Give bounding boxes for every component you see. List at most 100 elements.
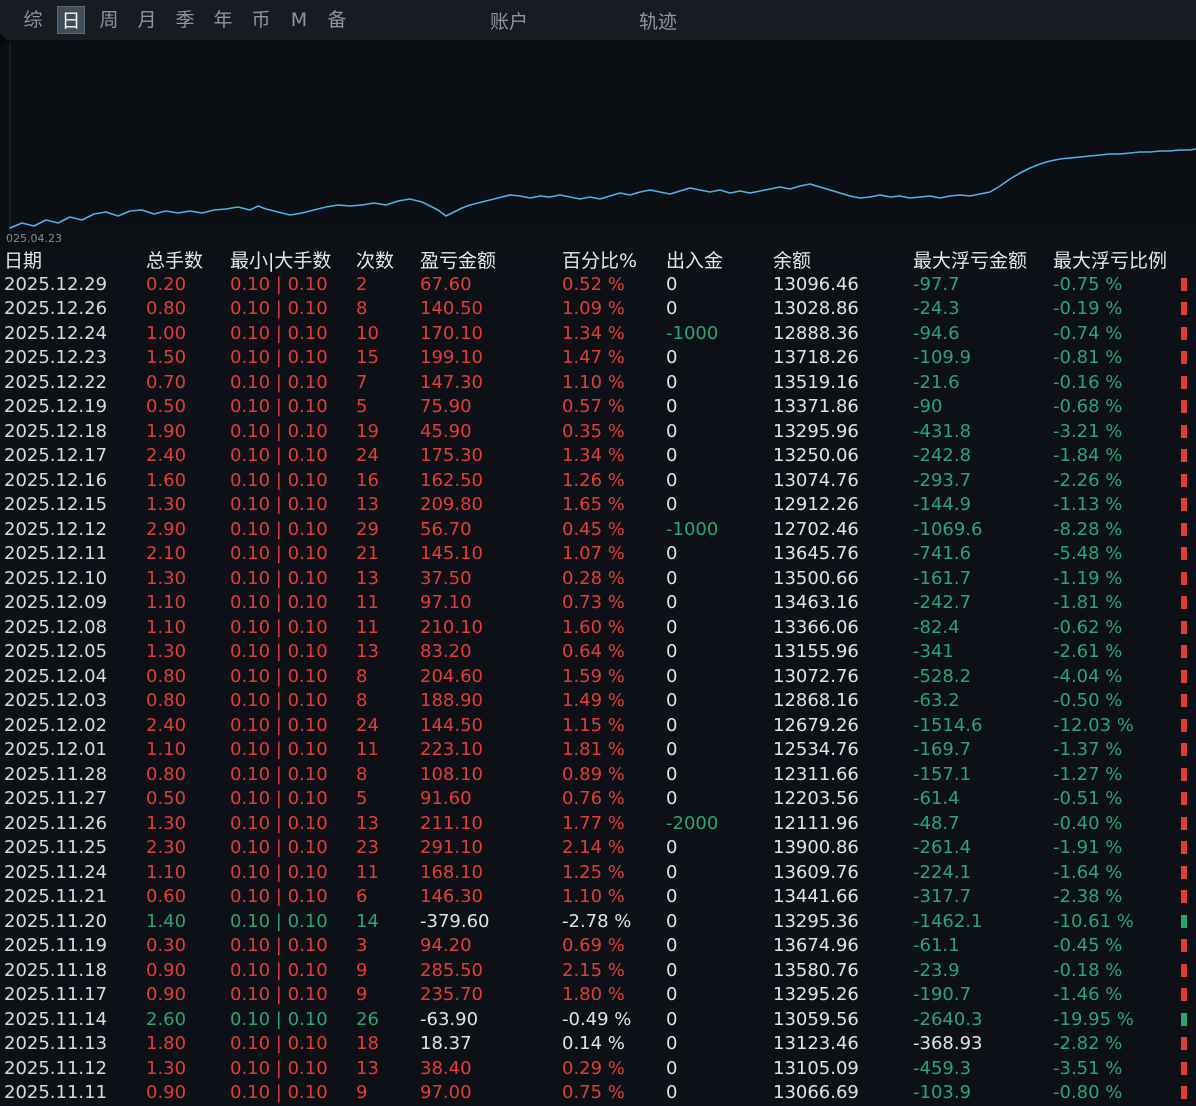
table-row[interactable]: 2025.12.04 0.80 0.10 | 0.10 8 204.60 1.59 % 0 1… — [0, 664, 1196, 689]
cell-date: 2025.11.11 — [4, 1082, 108, 1104]
table-row[interactable]: 2025.11.18 0.90 0.10 | 0.10 9 285.50 2.15 % 0 1… — [0, 958, 1196, 983]
cell-fa: -1514.6 — [913, 714, 983, 736]
table-row[interactable]: 2025.11.28 0.80 0.10 | 0.10 8 108.10 0.89 % 0 1… — [0, 762, 1196, 787]
cell-lots: 0.20 — [146, 273, 187, 295]
cell-mm: 0.10 | 0.10 — [230, 861, 328, 883]
tab-月[interactable]: 月 — [133, 6, 161, 34]
cell-mm: 0.10 | 0.10 — [230, 763, 328, 785]
table-row[interactable]: 2025.11.13 1.80 0.10 | 0.10 18 18.37 0.14 % 0 1… — [0, 1032, 1196, 1057]
table-row[interactable]: 2025.11.14 2.60 0.10 | 0.10 26 -63.90 -0.49 %… — [0, 1007, 1196, 1032]
table-row[interactable]: 2025.12.16 1.60 0.10 | 0.10 16 162.50 1.26 % 0… — [0, 468, 1196, 493]
tab-季[interactable]: 季 — [171, 6, 199, 34]
table-row[interactable]: 2025.12.09 1.10 0.10 | 0.10 11 97.10 0.73 % 0 1… — [0, 591, 1196, 616]
table-row[interactable]: 2025.12.01 1.10 0.10 | 0.10 11 223.10 1.81 % 0… — [0, 738, 1196, 763]
column-header-3[interactable]: 次数 — [350, 246, 414, 273]
table-row[interactable]: 2025.12.03 0.80 0.10 | 0.10 8 188.90 1.49 % 0 1… — [0, 689, 1196, 714]
cell-fp: -1.84 % — [1053, 445, 1123, 467]
table-row[interactable]: 2025.11.19 0.30 0.10 | 0.10 3 94.20 0.69 % 0 13… — [0, 934, 1196, 959]
table-row[interactable]: 2025.12.24 1.00 0.10 | 0.10 10 170.10 1.34 % -… — [0, 321, 1196, 346]
cell-bal: 12702.46 — [773, 518, 859, 540]
cell-date: 2025.12.19 — [4, 396, 108, 418]
clipped-column — [1179, 375, 1196, 389]
table-row[interactable]: 2025.12.10 1.30 0.10 | 0.10 13 37.50 0.28 % 0 1… — [0, 566, 1196, 591]
cell-pnl: 188.90 — [420, 690, 483, 712]
tab-年[interactable]: 年 — [209, 6, 237, 34]
column-header-1[interactable]: 总手数 — [140, 246, 224, 273]
column-header-2[interactable]: 最小|大手数 — [224, 246, 350, 273]
cell-pnl: 209.80 — [420, 494, 483, 516]
cell-date: 2025.12.15 — [4, 494, 108, 516]
cell-fp: -0.45 % — [1053, 935, 1123, 957]
table-row[interactable]: 2025.11.17 0.90 0.10 | 0.10 9 235.70 1.80 % 0 1… — [0, 983, 1196, 1008]
cell-pnl: 83.20 — [420, 641, 472, 663]
cell-fa: -21.6 — [913, 371, 960, 393]
cell-pct: 1.47 % — [562, 347, 625, 369]
cell-date: 2025.12.09 — [4, 592, 108, 614]
table-row[interactable]: 2025.11.21 0.60 0.10 | 0.10 6 146.30 1.10 % 0 1… — [0, 885, 1196, 910]
table-row[interactable]: 2025.12.18 1.90 0.10 | 0.10 19 45.90 0.35 % 0 1… — [0, 419, 1196, 444]
column-header-5[interactable]: 百分比% — [556, 246, 660, 273]
tab-周[interactable]: 周 — [95, 6, 123, 34]
cell-cash: 0 — [666, 861, 678, 883]
table-row[interactable]: 2025.12.12 2.90 0.10 | 0.10 29 56.70 0.45 % -1… — [0, 517, 1196, 542]
cell-pnl: 56.70 — [420, 518, 472, 540]
table-row[interactable]: 2025.11.25 2.30 0.10 | 0.10 23 291.10 2.14 % 0… — [0, 836, 1196, 861]
table-row[interactable]: 2025.12.22 0.70 0.10 | 0.10 7 147.30 1.10 % 0 1… — [0, 370, 1196, 395]
table-row[interactable]: 2025.12.29 0.20 0.10 | 0.10 2 67.60 0.52 % 0 13… — [0, 272, 1196, 297]
cell-mm: 0.10 | 0.10 — [230, 1008, 328, 1030]
table-body: 2025.12.29 0.20 0.10 | 0.10 2 67.60 0.52 % 0 13… — [0, 272, 1196, 1105]
cell-lots: 0.50 — [146, 396, 187, 418]
cell-mm: 0.10 | 0.10 — [230, 984, 328, 1006]
tab-M[interactable]: M — [285, 6, 313, 34]
column-header-9[interactable]: 最大浮亏比例 — [1047, 246, 1179, 273]
tab-综[interactable]: 综 — [19, 6, 47, 34]
column-header-4[interactable]: 盈亏金额 — [414, 246, 556, 273]
tab-备[interactable]: 备 — [323, 6, 351, 34]
cell-lots: 0.80 — [146, 763, 187, 785]
menu-账户[interactable]: 账户 — [490, 7, 528, 34]
table-row[interactable]: 2025.12.02 2.40 0.10 | 0.10 24 144.50 1.15 % 0… — [0, 713, 1196, 738]
cell-pct: 1.07 % — [562, 543, 625, 565]
cell-fp: -2.61 % — [1053, 641, 1123, 663]
table-row[interactable]: 2025.12.08 1.10 0.10 | 0.10 11 210.10 1.60 % 0… — [0, 615, 1196, 640]
cell-mm: 0.10 | 0.10 — [230, 812, 328, 834]
cell-fp: -3.21 % — [1053, 420, 1123, 442]
cell-pct: 1.34 % — [562, 445, 625, 467]
cell-date: 2025.12.05 — [4, 641, 108, 663]
cell-bal: 13519.16 — [773, 371, 859, 393]
table-row[interactable]: 2025.11.12 1.30 0.10 | 0.10 13 38.40 0.29 % 0 1… — [0, 1056, 1196, 1081]
equity-chart-area[interactable]: 025.04.23 — [0, 34, 1196, 246]
table-row[interactable]: 2025.11.11 0.90 0.10 | 0.10 9 97.00 0.75 % 0 13… — [0, 1081, 1196, 1106]
clipped-column — [1179, 792, 1196, 806]
tab-日[interactable]: 日 — [57, 6, 85, 34]
cell-fp: -2.38 % — [1053, 886, 1123, 908]
column-header-0[interactable]: 日期 — [0, 246, 140, 273]
table-row[interactable]: 2025.12.17 2.40 0.10 | 0.10 24 175.30 1.34 % 0… — [0, 444, 1196, 469]
table-row[interactable]: 2025.12.26 0.80 0.10 | 0.10 8 140.50 1.09 % 0 1… — [0, 297, 1196, 322]
cell-cash: 0 — [666, 788, 678, 810]
menu-轨迹[interactable]: 轨迹 — [639, 7, 677, 34]
tab-币[interactable]: 币 — [247, 6, 275, 34]
clipped-column — [1179, 816, 1196, 830]
column-header-7[interactable]: 余额 — [767, 246, 907, 273]
table-row[interactable]: 2025.11.20 1.40 0.10 | 0.10 14 -379.60 -2.78 … — [0, 909, 1196, 934]
table-row[interactable]: 2025.12.23 1.50 0.10 | 0.10 15 199.10 1.47 % 0… — [0, 346, 1196, 371]
table-row[interactable]: 2025.12.15 1.30 0.10 | 0.10 13 209.80 1.65 % 0… — [0, 493, 1196, 518]
table-row[interactable]: 2025.12.19 0.50 0.10 | 0.10 5 75.90 0.57 % 0 13… — [0, 395, 1196, 420]
table-row[interactable]: 2025.11.27 0.50 0.10 | 0.10 5 91.60 0.76 % 0 12… — [0, 787, 1196, 812]
cell-date: 2025.12.04 — [4, 665, 108, 687]
column-header-8[interactable]: 最大浮亏金额 — [907, 246, 1047, 273]
cell-n: 24 — [356, 714, 379, 736]
column-header-6[interactable]: 出入金 — [660, 246, 767, 273]
cell-date: 2025.12.18 — [4, 420, 108, 442]
clipped-column — [1179, 596, 1196, 610]
table-row[interactable]: 2025.11.24 1.10 0.10 | 0.10 11 168.10 1.25 % 0… — [0, 860, 1196, 885]
cell-fa: -431.8 — [913, 420, 972, 442]
cell-cash: 0 — [666, 592, 678, 614]
table-row[interactable]: 2025.12.11 2.10 0.10 | 0.10 21 145.10 1.07 % 0… — [0, 542, 1196, 567]
table-row[interactable]: 2025.12.05 1.30 0.10 | 0.10 13 83.20 0.64 % 0 1… — [0, 640, 1196, 665]
cell-mm: 0.10 | 0.10 — [230, 298, 328, 320]
table-row[interactable]: 2025.11.26 1.30 0.10 | 0.10 13 211.10 1.77 % -… — [0, 811, 1196, 836]
cell-pnl: 204.60 — [420, 665, 483, 687]
cell-cash: 0 — [666, 641, 678, 663]
